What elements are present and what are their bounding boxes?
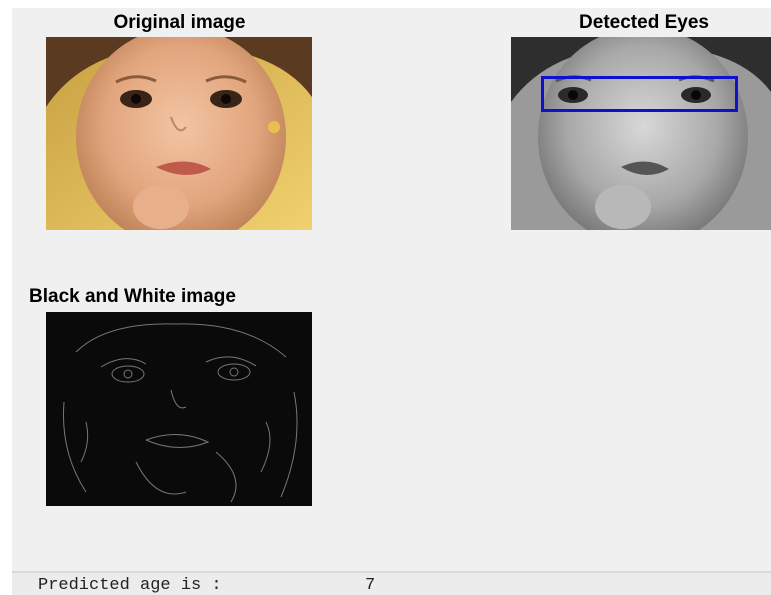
detected-eyes-box — [541, 76, 738, 112]
detected-eyes-title: Detected Eyes — [579, 12, 709, 33]
predicted-age-value: 7 — [365, 576, 376, 595]
figure-window: Original image Detected Eyes Black and W… — [12, 8, 771, 571]
bw-image-title: Black and White image — [29, 286, 236, 307]
detected-eyes-image — [511, 37, 771, 230]
original-image-title: Original image — [113, 12, 246, 33]
predicted-age-label: Predicted age is : — [38, 576, 222, 595]
original-image — [46, 37, 312, 230]
status-bar: Predicted age is : 7 — [12, 571, 771, 595]
bw-image — [46, 312, 312, 506]
